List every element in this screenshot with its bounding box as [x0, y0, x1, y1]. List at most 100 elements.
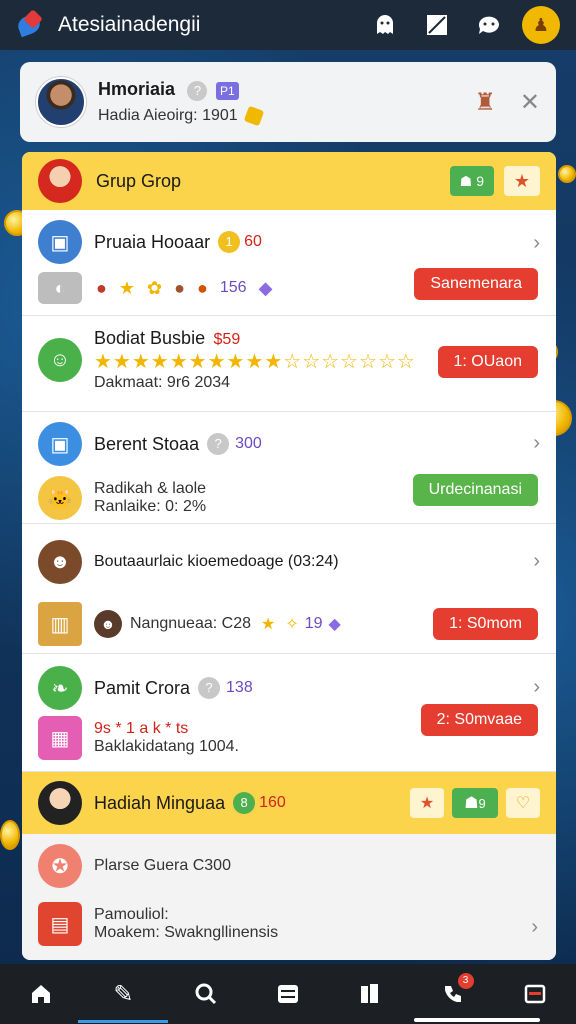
group-header[interactable]: Grup Grop ☗ 9 ★: [22, 152, 556, 210]
profile-level-badge: P1: [215, 81, 239, 100]
item-subtitle: Baklakidatang 1004.: [94, 738, 239, 755]
coin-decoration: [558, 165, 576, 183]
profile-subtitle: Hadia Aieoirg: 1901: [98, 106, 238, 124]
nav-tools[interactable]: ✎: [78, 969, 169, 1023]
nav-books[interactable]: [345, 969, 395, 1019]
cookie-icon: ●: [174, 277, 185, 298]
members-button[interactable]: ☗ 9: [452, 788, 498, 818]
chat-icon[interactable]: [470, 6, 508, 44]
coin-badge: 1: [218, 231, 241, 253]
chevron-right-icon[interactable]: ›: [533, 550, 540, 573]
nav-list[interactable]: [263, 969, 313, 1019]
list-icon: [277, 985, 298, 1003]
girl-avatar: ☻: [38, 540, 82, 584]
home-icon: [32, 985, 51, 1003]
weekly-badge: 8: [233, 792, 256, 814]
list-item[interactable]: ❧ Pamit Crora ? 138 › ▦ 9s * 1 a k * ts …: [22, 654, 556, 772]
item-sub-title: Radikah & laole: [94, 480, 207, 497]
weekly-count: 160: [259, 794, 286, 811]
people-icon: ☗: [459, 172, 473, 189]
item-count: 19: [304, 615, 323, 632]
action-button[interactable]: 2: S0mvaae: [420, 704, 538, 736]
slash-square-icon[interactable]: [418, 6, 456, 44]
star-button[interactable]: ★: [410, 788, 444, 818]
bread-icon: ●: [196, 277, 208, 298]
list-item[interactable]: ▣ Pruaia Hooaar 1 60 › ◐ ● ★ ✿ ● ● 156 ◆…: [22, 210, 556, 316]
weekly-header[interactable]: Hadiah Minguaa 8 160 ★ ☗ 9 ♡: [22, 772, 556, 834]
item-sub-name: Nangnueaa: C28: [130, 615, 251, 632]
user-avatar: ☻: [94, 610, 122, 638]
home-indicator: [414, 1018, 540, 1022]
item-subtitle: Dakmaat: 9r6 2034: [94, 374, 231, 391]
action-button[interactable]: Urdecinanasi: [412, 474, 538, 506]
notification-badge: 3: [457, 973, 474, 989]
item-sub-title: 9s * 1 a k * ts: [94, 720, 189, 737]
list-item[interactable]: ▣ Berent Stoaa ? 300 › 🐱 Radikah & laole…: [22, 412, 556, 524]
heart-button[interactable]: ♡: [506, 788, 540, 818]
flower-icon: ✿: [147, 277, 163, 298]
search-icon: [195, 983, 216, 1005]
app-title: Atesiainadengii: [58, 13, 201, 36]
star-button[interactable]: ★: [504, 166, 540, 196]
action-button[interactable]: 1: S0mom: [433, 608, 538, 640]
info-badge: ?: [198, 677, 221, 699]
app-logo-icon: [15, 9, 46, 40]
profile-card[interactable]: Hmoriaia ? P1 Hadia Aieoirg: 1901 ♜ ✕: [20, 62, 556, 142]
coin-decoration: [0, 820, 20, 850]
group-title: Grup Grop: [96, 170, 182, 191]
bookshelf-icon: ▥: [38, 602, 82, 646]
weekly-title: Hadiah Minguaa: [94, 792, 226, 813]
list-item[interactable]: ✪ Plarse Guera C300: [22, 834, 556, 888]
nav-messages[interactable]: 3: [428, 969, 478, 1019]
star-icon: ★: [118, 277, 136, 298]
ghost-icon[interactable]: [366, 6, 404, 44]
chevron-right-icon[interactable]: ›: [533, 432, 540, 455]
weekly-list: ✪ Plarse Guera C300 ▤ Pamouliol: Moakem:…: [22, 834, 556, 960]
elf-icon: ☺: [38, 338, 82, 382]
action-button[interactable]: 1: OUaon: [437, 346, 538, 378]
item-title: Berent Stoaa: [94, 433, 200, 454]
chevron-right-icon[interactable]: ›: [533, 232, 540, 255]
coin-icon: [243, 105, 265, 126]
item-price: $59: [213, 331, 241, 348]
user-avatar-icon[interactable]: ♟: [522, 6, 560, 44]
chevron-right-icon[interactable]: ›: [531, 916, 538, 939]
gift-box-icon: ▦: [38, 716, 82, 760]
list-item[interactable]: ☻ Boutaaurlaic kioemedoage (03:24) › ▥ ☻…: [22, 524, 556, 654]
coins-icon: ✧: [285, 616, 299, 633]
list-item[interactable]: ☺ Bodiat Busbie $59 ★★★★★★★★★★☆☆☆☆☆☆☆ Da…: [22, 316, 556, 412]
cake-icon: ●: [96, 277, 107, 298]
item-count: 300: [235, 435, 262, 452]
weekly-item-title: Plarse Guera C300: [94, 857, 231, 874]
list-item[interactable]: ▤ Pamouliol: Moakem: Swakngllinensis ›: [22, 888, 556, 946]
action-button[interactable]: Sanemenara: [414, 268, 538, 300]
rating-stars: ★★★★★★★★★★☆☆☆☆☆☆☆: [94, 351, 416, 373]
star-icon: ★: [513, 170, 531, 191]
top-app-bar: Atesiainadengii ♟: [0, 0, 576, 50]
leaf-icon: ❧: [38, 666, 82, 710]
group-panel: Grup Grop ☗ 9 ★ ▣ Pruaia Hooaar 1 60 › ◐…: [22, 152, 556, 960]
sticker-icon: ◐: [38, 272, 82, 304]
group-members-pill[interactable]: ☗ 9: [449, 166, 494, 196]
profile-avatar: [36, 77, 86, 127]
nav-search[interactable]: [181, 969, 231, 1019]
weekly-item-subtitle: Moakem: Swakngllinensis: [94, 924, 279, 941]
people-icon: ☗: [464, 795, 479, 812]
profile-badge: ?: [187, 80, 208, 101]
tower-icon[interactable]: ♜: [474, 88, 496, 117]
close-icon[interactable]: ✕: [520, 88, 540, 117]
chevron-right-icon[interactable]: ›: [533, 676, 540, 699]
tools-icon: ✎: [113, 980, 134, 1008]
item-title: Bodiat Busbie: [94, 328, 206, 348]
item-title: Boutaaurlaic kioemedoage (03:24): [94, 553, 339, 570]
nav-inbox[interactable]: [510, 969, 560, 1019]
badge-icon: ✪: [38, 844, 82, 888]
inbox-icon: [524, 984, 546, 1004]
item-count: 138: [226, 679, 253, 696]
cat-icon: 🐱: [38, 476, 82, 520]
books-icon: [361, 984, 379, 1003]
info-badge: ?: [207, 433, 230, 455]
item-title: Pruaia Hooaar: [94, 231, 211, 252]
star-icon: ★: [260, 616, 276, 633]
nav-home[interactable]: [16, 969, 66, 1019]
